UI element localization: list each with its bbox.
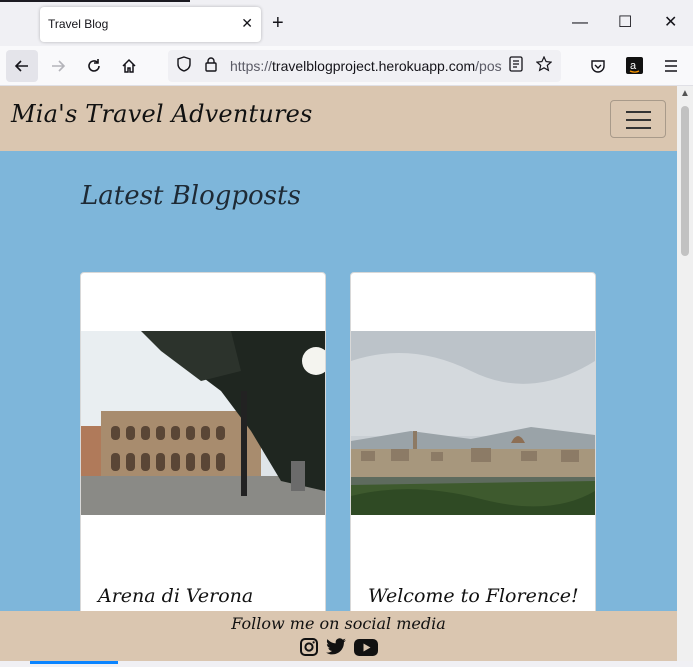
new-tab-button[interactable]: + xyxy=(272,12,284,34)
url-scheme: https:// xyxy=(230,58,273,74)
tab-bar-accent xyxy=(0,0,190,2)
tab-title: Travel Blog xyxy=(48,17,109,31)
reload-button[interactable] xyxy=(78,50,110,82)
footer-text: Follow me on social media xyxy=(231,614,446,633)
site-header: Mia's Travel Adventures xyxy=(0,86,677,151)
site-footer: Follow me on social media xyxy=(0,611,677,661)
tab-close-icon[interactable]: ✕ xyxy=(241,15,253,31)
tab-bar: Travel Blog ✕ + — ☐ ✕ xyxy=(0,0,693,46)
page-scrollbar[interactable]: ▲ xyxy=(677,86,693,661)
post-image-verona-arena[interactable] xyxy=(81,331,325,515)
forward-button[interactable] xyxy=(42,50,74,82)
home-button[interactable] xyxy=(113,50,145,82)
url-text[interactable]: https://travelblogproject.herokuapp.com/… xyxy=(230,58,502,74)
scrollbar-thumb[interactable] xyxy=(681,106,689,256)
maximize-button[interactable]: ☐ xyxy=(618,13,632,33)
twitter-icon[interactable] xyxy=(325,638,347,656)
blog-post-card[interactable]: Welcome to Florence! xyxy=(350,272,596,661)
shield-icon[interactable] xyxy=(176,56,192,72)
post-title[interactable]: Welcome to Florence! xyxy=(368,585,579,607)
lock-icon[interactable] xyxy=(204,56,218,72)
section-title: Latest Blogposts xyxy=(81,181,301,211)
back-arrow-icon xyxy=(14,60,28,72)
reload-icon xyxy=(88,59,100,72)
blog-post-card[interactable]: Arena di Verona xyxy=(80,272,326,661)
window-close-button[interactable]: ✕ xyxy=(664,13,677,33)
hamburger-line xyxy=(626,111,651,113)
reader-view-icon[interactable] xyxy=(509,56,523,72)
instagram-icon[interactable] xyxy=(300,638,318,656)
youtube-icon[interactable] xyxy=(354,638,378,656)
back-button[interactable] xyxy=(6,50,38,82)
page-viewport: Mia's Travel Adventures Latest Blogposts xyxy=(0,86,677,661)
social-links xyxy=(300,637,378,657)
minimize-button[interactable]: — xyxy=(572,13,588,33)
svg-text:a: a xyxy=(630,60,637,72)
hamburger-line xyxy=(626,119,651,121)
pocket-icon[interactable] xyxy=(590,58,606,74)
home-icon xyxy=(122,58,136,73)
scroll-up-arrow-icon[interactable]: ▲ xyxy=(680,88,690,99)
bookmark-star-icon[interactable] xyxy=(536,56,552,72)
navbar-toggle-button[interactable] xyxy=(610,100,666,138)
site-brand[interactable]: Mia's Travel Adventures xyxy=(11,100,313,128)
hamburger-line xyxy=(626,127,651,129)
loading-indicator xyxy=(30,661,118,664)
address-bar[interactable]: https://travelblogproject.herokuapp.com/… xyxy=(168,50,561,82)
post-image-florence[interactable] xyxy=(351,331,595,515)
browser-tab[interactable]: Travel Blog ✕ xyxy=(40,7,261,42)
forward-arrow-icon xyxy=(52,60,66,72)
post-title[interactable]: Arena di Verona xyxy=(98,585,253,607)
url-path: /posts xyxy=(475,58,502,74)
navigation-toolbar: https://travelblogproject.herokuapp.com/… xyxy=(0,46,693,86)
menu-icon[interactable] xyxy=(663,59,679,73)
amazon-extension-icon[interactable]: a xyxy=(626,57,643,74)
url-host: travelblogproject.herokuapp.com xyxy=(272,58,476,74)
